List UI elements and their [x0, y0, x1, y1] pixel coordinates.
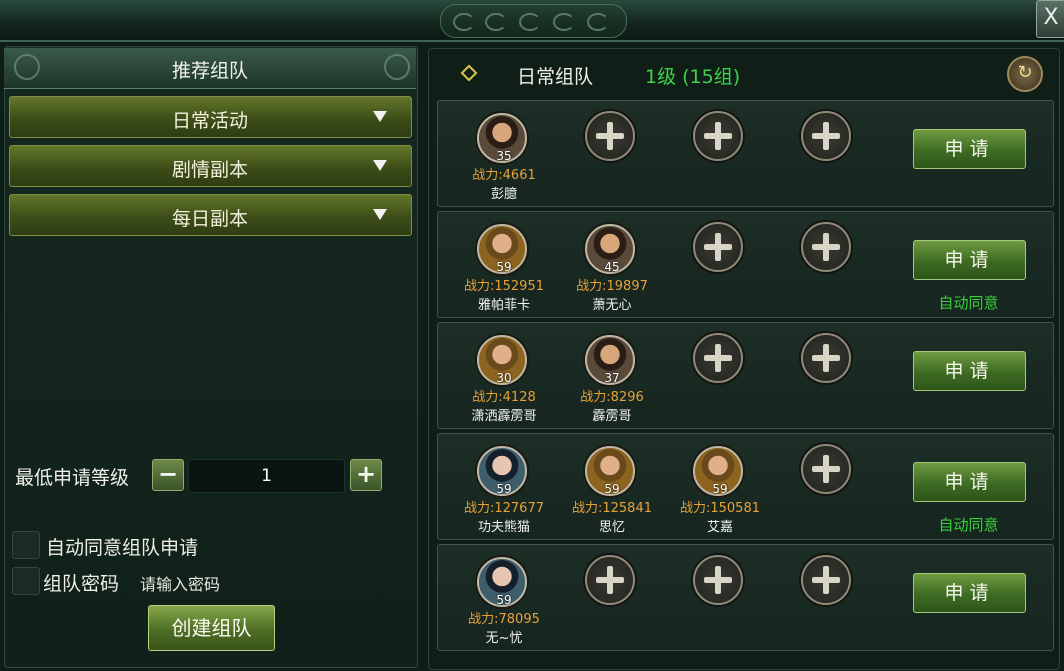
- empty-slot: [664, 212, 774, 317]
- member-power: 战力:4661: [472, 168, 536, 183]
- member-level: 35: [496, 149, 512, 163]
- member-power: 战力:150581: [679, 501, 760, 516]
- plus-icon[interactable]: [801, 444, 851, 494]
- min-level-input[interactable]: 1: [188, 459, 345, 493]
- swirl-icon: [384, 54, 410, 80]
- plus-icon[interactable]: [801, 555, 851, 605]
- member-level: 45: [604, 260, 620, 274]
- team-row: 35 战力:4661 彭臆 申请: [437, 100, 1054, 207]
- close-button[interactable]: X: [1036, 0, 1064, 38]
- apply-button[interactable]: 申请: [913, 351, 1026, 391]
- empty-slot: [772, 101, 882, 206]
- member-slot: 59 战力:152951 雅帕菲卡: [448, 212, 558, 317]
- member-level: 59: [496, 593, 512, 607]
- triangle-down-icon: [373, 209, 387, 220]
- plus-icon[interactable]: [693, 111, 743, 161]
- plus-icon[interactable]: [585, 111, 635, 161]
- plus-icon[interactable]: [801, 333, 851, 383]
- plus-icon[interactable]: [693, 555, 743, 605]
- member-slot: 37 战力:8296 霹雳哥: [556, 323, 666, 428]
- dropdown-label: 日常活动: [171, 110, 248, 132]
- empty-slot: [772, 545, 882, 650]
- recommend-title: 推荐组队: [171, 60, 248, 82]
- member-level: 59: [604, 482, 620, 496]
- team-row: 30 战力:4128 潇洒霹雳哥 37 战力:8296 霹雳哥 申请: [437, 322, 1054, 429]
- level-minus-button[interactable]: −: [152, 459, 184, 491]
- member-power: 战力:19897: [576, 279, 648, 294]
- member-level: 59: [712, 482, 728, 496]
- dropdown-label: 剧情副本: [171, 159, 248, 181]
- member-level: 30: [496, 371, 512, 385]
- refresh-icon[interactable]: ↻: [1007, 56, 1043, 92]
- member-name: 萧无心: [592, 298, 632, 313]
- empty-slot: [556, 545, 666, 650]
- dropdown-daily-dungeon[interactable]: 每日副本: [9, 194, 412, 236]
- team-row: 59 战力:78095 无~忧 申请: [437, 544, 1054, 651]
- triangle-down-icon: [373, 160, 387, 171]
- member-name: 霹雳哥: [592, 409, 632, 424]
- member-slot: 59 战力:125841 思忆: [556, 434, 666, 539]
- plus-icon[interactable]: [693, 333, 743, 383]
- dropdown-label: 每日副本: [171, 208, 248, 230]
- empty-slot: [772, 212, 882, 317]
- dropdown-story-dungeon[interactable]: 剧情副本: [9, 145, 412, 187]
- member-name: 艾嘉: [706, 520, 733, 535]
- member-slot: 59 战力:127677 功夫熊猫: [448, 434, 558, 539]
- empty-slot: [664, 323, 774, 428]
- apply-button[interactable]: 申请: [913, 240, 1026, 280]
- auto-agree-label: 自动同意组队申请: [46, 537, 199, 559]
- plus-icon[interactable]: [801, 111, 851, 161]
- member-name: 彭臆: [490, 187, 517, 202]
- plus-icon[interactable]: [801, 222, 851, 272]
- plus-icon[interactable]: [585, 555, 635, 605]
- member-name: 无~忧: [485, 631, 523, 646]
- password-input[interactable]: 请输入密码: [140, 571, 220, 595]
- create-team-button[interactable]: 创建组队: [148, 605, 275, 651]
- empty-slot: [772, 434, 882, 539]
- team-list-title: 日常组队: [517, 66, 594, 88]
- team-row: 59 战力:127677 功夫熊猫 59 战力:125841 思忆 59 战力:150581 艾…: [437, 433, 1054, 540]
- member-slot: 35 战力:4661 彭臆: [448, 101, 558, 206]
- member-slot: 59 战力:150581 艾嘉: [664, 434, 774, 539]
- empty-slot: [664, 545, 774, 650]
- apply-button[interactable]: 申请: [913, 462, 1026, 502]
- empty-slot: [664, 101, 774, 206]
- member-level: 59: [496, 260, 512, 274]
- plus-icon[interactable]: [693, 222, 743, 272]
- member-slot: 30 战力:4128 潇洒霹雳哥: [448, 323, 558, 428]
- triangle-down-icon: [373, 111, 387, 122]
- team-level-info: 1级 (15组): [645, 66, 741, 88]
- auto-agree-checkbox[interactable]: [12, 531, 40, 559]
- auto-agree-status: 自动同意: [938, 294, 999, 312]
- title-ornament: [440, 4, 627, 38]
- member-power: 战力:78095: [468, 612, 540, 627]
- empty-slot: [556, 101, 666, 206]
- apply-button[interactable]: 申请: [913, 129, 1026, 169]
- empty-slot: [772, 323, 882, 428]
- apply-button[interactable]: 申请: [913, 573, 1026, 613]
- team-password-checkbox[interactable]: [12, 567, 40, 595]
- team-password-label: 组队密码: [43, 573, 120, 595]
- member-slot: 59 战力:78095 无~忧: [448, 545, 558, 650]
- recommend-header: 推荐组队: [4, 48, 416, 89]
- title-bar: [0, 0, 1064, 42]
- auto-agree-status: 自动同意: [938, 516, 999, 534]
- level-plus-button[interactable]: +: [350, 459, 382, 491]
- member-power: 战力:8296: [580, 390, 644, 405]
- member-level: 37: [604, 371, 620, 385]
- dropdown-daily-activity[interactable]: 日常活动: [9, 96, 412, 138]
- min-level-label: 最低申请等级: [15, 467, 130, 489]
- team-row: 59 战力:152951 雅帕菲卡 45 战力:19897 萧无心 申请自动同意: [437, 211, 1054, 318]
- member-slot: 45 战力:19897 萧无心: [556, 212, 666, 317]
- member-level: 59: [496, 482, 512, 496]
